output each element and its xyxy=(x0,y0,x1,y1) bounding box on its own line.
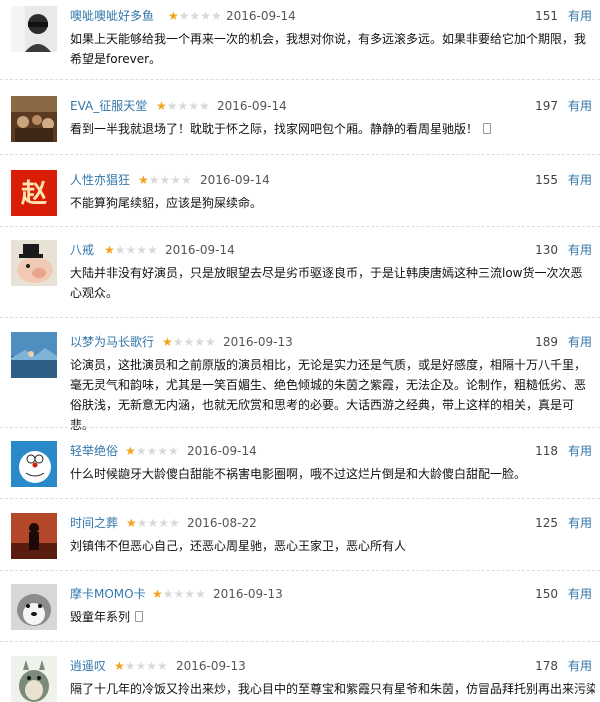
review-date: 2016-08-22 xyxy=(187,516,257,530)
useful-button[interactable]: 有用 xyxy=(568,656,592,676)
landscape-avatar-icon[interactable] xyxy=(11,332,57,378)
divider xyxy=(0,154,600,155)
review-text: 看到一半我就退场了！耽耽于怀之际，找家网吧包个厢。静静的看周星驰版！ xyxy=(70,122,479,136)
review-text: 如果上天能够给我一个再来一次的机会，我想对你说，有多远滚多远。如果非要给它加个期… xyxy=(70,32,587,66)
totoro-avatar-icon[interactable] xyxy=(11,656,57,702)
rating-stars: ★★★★★ xyxy=(162,335,216,349)
vote-count: 189 xyxy=(535,335,558,349)
review-date: 2016-09-14 xyxy=(226,9,296,23)
vote-count: 125 xyxy=(535,516,558,530)
username-link[interactable]: 时间之葬 xyxy=(70,513,118,533)
divider xyxy=(0,641,600,642)
figure-avatar-icon[interactable] xyxy=(11,513,57,559)
review-text: 什么时候龅牙大龄傻白甜能不祸害电影圈啊，哦不过这烂片倒是和大龄傻白甜配一脸。 xyxy=(70,467,527,481)
review-date: 2016-09-14 xyxy=(187,444,257,458)
useful-button[interactable]: 有用 xyxy=(568,6,592,26)
review-text: 不能算狗尾续貂，应该是狗屎续命。 xyxy=(70,196,263,210)
username-link[interactable]: 噢呲噢呲好多鱼 xyxy=(70,6,154,26)
rating-stars: ★★★★★ xyxy=(152,587,206,601)
review-date: 2016-09-14 xyxy=(200,173,270,187)
username-link[interactable]: 人性亦猖狂 xyxy=(70,170,130,190)
vote-count: 150 xyxy=(535,587,558,601)
pig-avatar-icon[interactable] xyxy=(11,240,57,286)
avatar-partial-douban-icon[interactable] xyxy=(11,6,57,52)
useful-button[interactable]: 有用 xyxy=(568,513,592,533)
useful-button[interactable]: 有用 xyxy=(568,96,592,116)
mobile-phone-icon xyxy=(483,123,492,134)
vote-count: 178 xyxy=(535,659,558,673)
divider xyxy=(0,226,600,227)
vote-count: 118 xyxy=(535,444,558,458)
rating-stars: ★★★★★ xyxy=(156,99,210,113)
vote-count: 197 xyxy=(535,99,558,113)
avatar-char: 赵 xyxy=(20,179,48,209)
review-date: 2016-09-14 xyxy=(217,99,287,113)
vote-count: 155 xyxy=(535,173,558,187)
useful-button[interactable]: 有用 xyxy=(568,240,592,260)
rating-stars: ★★★★★ xyxy=(138,173,192,187)
username-link[interactable]: 摩卡MOMO卡 xyxy=(70,584,146,604)
divider xyxy=(0,498,600,499)
review-text: 隔了十几年的冷饭又拎出来炒，我心目中的至尊宝和紫霞只有星爷和朱茵，仿冒品拜托别再… xyxy=(70,682,595,696)
mobile-phone-icon xyxy=(135,611,144,622)
divider xyxy=(0,427,600,428)
rating-stars: ★★★★★ xyxy=(168,9,222,23)
username-link[interactable]: 轻举绝俗 xyxy=(70,441,118,461)
review-date: 2016-09-13 xyxy=(176,659,246,673)
useful-button[interactable]: 有用 xyxy=(568,170,592,190)
username-link[interactable]: 八戒 xyxy=(70,240,94,260)
zhao-character-avatar-icon[interactable]: 赵 xyxy=(11,170,57,216)
review-date: 2016-09-14 xyxy=(165,243,235,257)
vote-count: 151 xyxy=(535,9,558,23)
rating-stars: ★★★★★ xyxy=(114,659,168,673)
username-link[interactable]: 以梦为马长歌行 xyxy=(70,332,154,352)
painting-avatar-icon[interactable] xyxy=(11,96,57,142)
review-date: 2016-09-13 xyxy=(223,335,293,349)
rating-stars: ★★★★★ xyxy=(126,516,180,530)
review-date: 2016-09-13 xyxy=(213,587,283,601)
doraemon-avatar-icon[interactable] xyxy=(11,441,57,487)
divider xyxy=(0,570,600,571)
username-link[interactable]: 逍遥叹 xyxy=(70,656,106,676)
review-text: 大陆并非没有好演员，只是放眼望去尽是劣币驱逐良币，于是让韩庚唐嫣这种三流low货… xyxy=(70,266,583,300)
useful-button[interactable]: 有用 xyxy=(568,584,592,604)
review-text: 论演员，这批演员和之前原版的演员相比，无论是实力还是气质，或是好感度，相隔十万八… xyxy=(70,358,587,432)
review-text: 刘镇伟不但恶心自己，还恶心周星驰，恶心王家卫，恶心所有人 xyxy=(70,539,407,553)
husky-avatar-icon[interactable] xyxy=(11,584,57,630)
useful-button[interactable]: 有用 xyxy=(568,441,592,461)
divider xyxy=(0,79,600,80)
useful-button[interactable]: 有用 xyxy=(568,332,592,352)
vote-count: 130 xyxy=(535,243,558,257)
divider xyxy=(0,317,600,318)
review-text: 毁童年系列 xyxy=(70,610,131,624)
rating-stars: ★★★★★ xyxy=(125,444,179,458)
rating-stars: ★★★★★ xyxy=(104,243,158,257)
username-link[interactable]: EVA_征服天堂 xyxy=(70,96,147,116)
